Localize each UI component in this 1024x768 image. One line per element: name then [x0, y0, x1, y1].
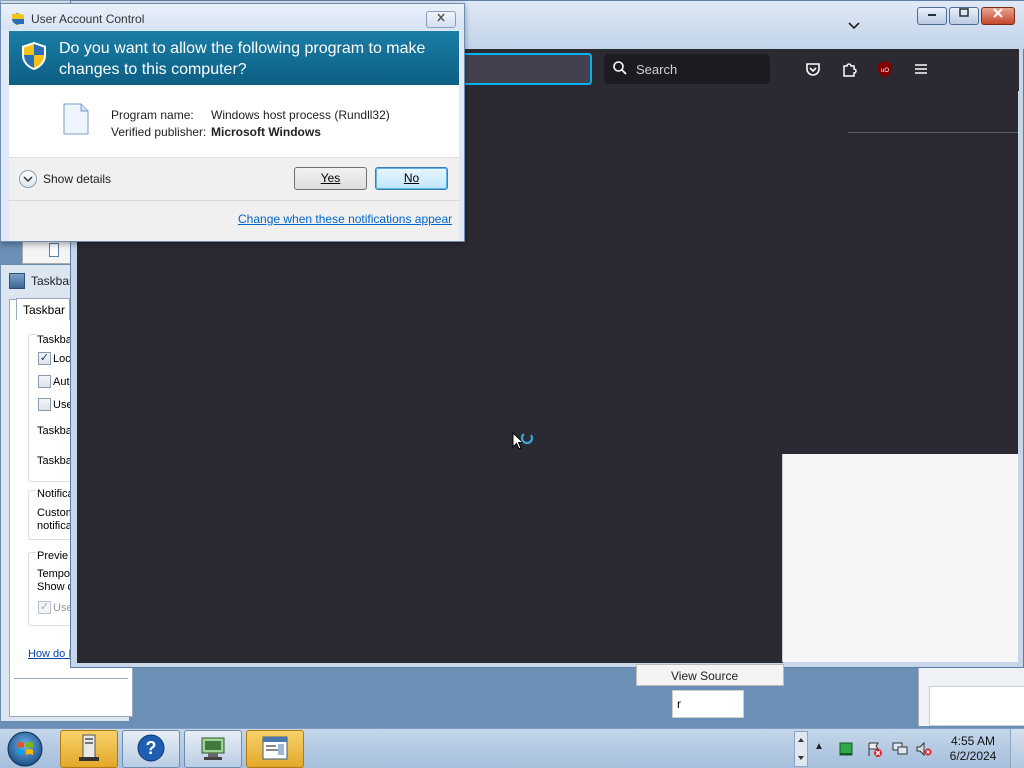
show-hidden-icons-arrow-icon[interactable]: ▲ [814, 741, 824, 752]
svg-text:?: ? [146, 738, 157, 758]
uac-actions: Show details Yes No Change when these no… [9, 157, 459, 241]
taskbar-network-button[interactable] [184, 730, 242, 768]
group-label: Notifica [36, 488, 75, 500]
page-content-right [782, 90, 1018, 454]
uac-dialog[interactable]: User Account Control Do you want to allo… [0, 3, 465, 242]
help-link[interactable]: How do I [28, 648, 71, 660]
window-properties-icon [261, 735, 289, 764]
preview-text: Show d [37, 581, 74, 593]
computer-network-icon [198, 734, 228, 765]
pocket-icon[interactable] [800, 56, 826, 82]
uac-header-banner: Do you want to allow the following progr… [9, 31, 459, 85]
chevron-down-icon [19, 170, 37, 188]
lock-taskbar-checkbox[interactable]: ✓ [38, 352, 51, 365]
extensions-puzzle-icon[interactable] [836, 56, 862, 82]
network-disconnected-icon[interactable] [892, 741, 908, 757]
uac-shield-small-icon [11, 12, 25, 29]
divider [9, 200, 459, 201]
program-file-icon [63, 103, 89, 135]
action-center-warning-icon[interactable] [866, 741, 882, 757]
help-question-icon: ? [136, 733, 166, 766]
yes-button[interactable]: Yes [294, 167, 367, 190]
program-name-label: Program name: [111, 108, 194, 122]
list-all-tabs-chevron-icon[interactable] [847, 19, 863, 35]
taskbar-properties-button[interactable] [246, 730, 304, 768]
search-icon [612, 60, 628, 79]
uac-question: Do you want to allow the following progr… [59, 40, 426, 78]
maximize-button[interactable] [949, 7, 979, 25]
change-notifications-link[interactable]: Change when these notifications appear [238, 212, 452, 226]
group-label: Taskba [36, 334, 73, 346]
search-placeholder: Search [636, 61, 678, 77]
taskbar-buttons-label: Taskba [37, 455, 72, 467]
page-divider-line [848, 132, 1018, 133]
volume-muted-icon[interactable] [916, 741, 932, 757]
preview-text: Tempo [37, 568, 71, 580]
aero-peek-checkbox[interactable]: ✓ [38, 601, 51, 614]
background-cell [929, 686, 1024, 726]
notification-text: notifica [37, 520, 72, 532]
close-button[interactable] [981, 7, 1015, 25]
taskbar-scroll-buttons[interactable] [794, 731, 808, 767]
divider [14, 678, 128, 679]
uac-shield-icon [21, 41, 47, 74]
svg-text:uO: uO [881, 68, 889, 74]
small-icons-checkbox[interactable] [38, 398, 51, 411]
uac-program-details: Program name: Windows host process (Rund… [9, 85, 459, 157]
taskbar: ? ▲ 4:55 AM 6/2/2024 [0, 728, 1024, 768]
auto-hide-checkbox[interactable] [38, 375, 51, 388]
show-details-label: Show details [43, 172, 112, 186]
context-menu-view-source[interactable]: View Source [636, 664, 784, 686]
system-clock[interactable]: 4:55 AM 6/2/2024 [942, 734, 1004, 764]
publisher-label: Verified publisher: [111, 125, 207, 139]
taskbar-explorer-button[interactable] [60, 730, 118, 768]
start-button[interactable] [6, 730, 46, 768]
context-menu-item[interactable]: r [672, 690, 744, 718]
group-label: Previe [36, 550, 70, 562]
busy-cursor-icon [512, 431, 538, 457]
minimize-button[interactable] [917, 7, 947, 25]
uac-close-button[interactable] [426, 11, 456, 28]
ublock-origin-icon[interactable]: uO [872, 56, 898, 82]
server-tower-icon [76, 733, 102, 766]
hamburger-menu-icon[interactable] [908, 56, 934, 82]
show-details-toggle[interactable]: Show details [19, 170, 111, 188]
publisher-value: Microsoft Windows [211, 125, 321, 139]
clock-date: 6/2/2024 [949, 749, 997, 763]
taskbar-help-button[interactable]: ? [122, 730, 180, 768]
search-bar[interactable]: Search [604, 54, 770, 84]
show-desktop-button[interactable] [1010, 729, 1024, 768]
no-button[interactable]: No [375, 167, 448, 190]
program-name-value: Windows host process (Rundll32) [211, 108, 390, 122]
uac-window-title: User Account Control [31, 12, 145, 26]
tray-green-app-icon[interactable] [838, 741, 854, 757]
background-window-right [918, 660, 1024, 726]
taskbar-location-label: Taskba [37, 425, 72, 437]
document-icon [49, 243, 59, 257]
clock-time: 4:55 AM [950, 734, 996, 748]
page-content-panel [782, 454, 1018, 662]
